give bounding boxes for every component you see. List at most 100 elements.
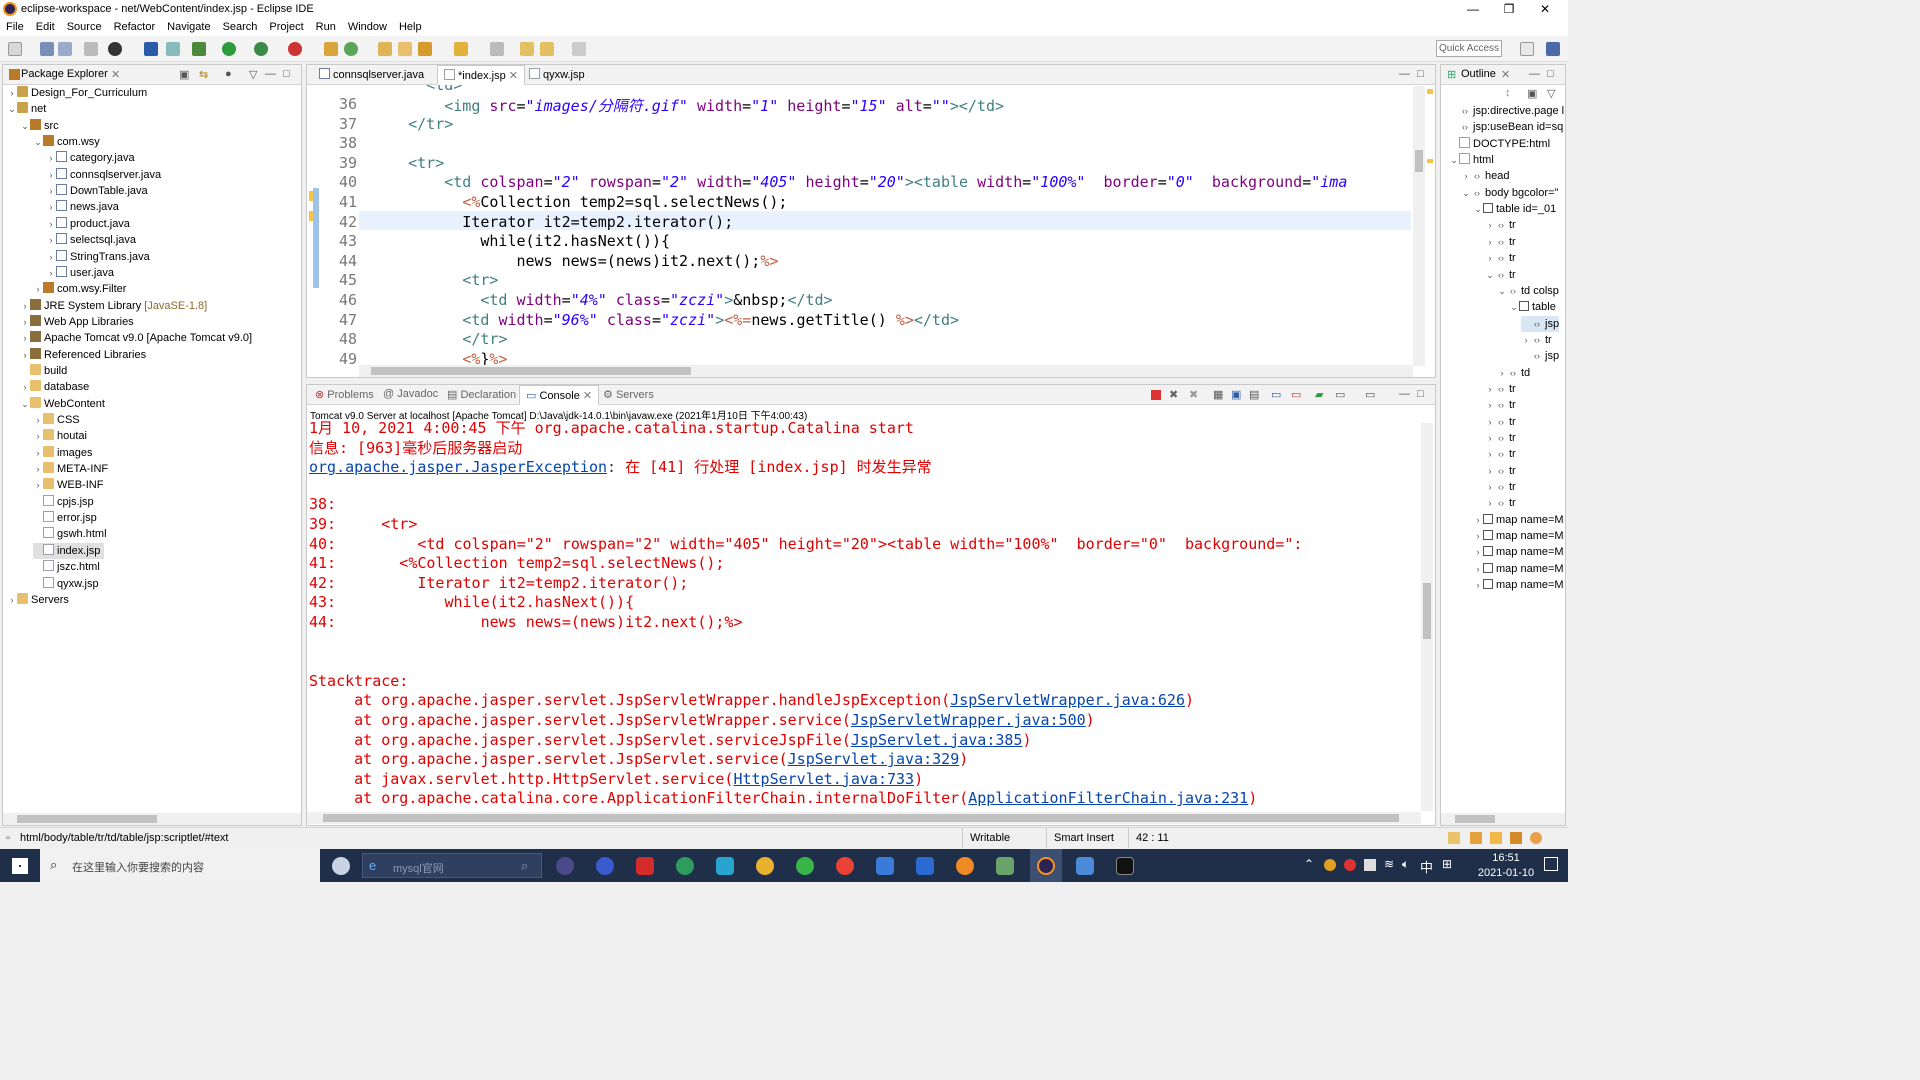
external-tools-icon[interactable] [288,42,302,56]
chevron-icon[interactable]: › [1485,250,1495,266]
tray-icon[interactable] [1490,832,1502,844]
forward-arrow-icon[interactable] [572,42,586,56]
outline-item[interactable]: › ‹› tr [1485,381,1516,397]
new-package-icon[interactable] [324,42,338,56]
close-icon[interactable]: ✕ [583,390,592,402]
tree-item[interactable]: qyxw.jsp [33,576,99,592]
menu-search[interactable]: Search [223,21,258,33]
tray-icon[interactable] [1344,859,1356,871]
tree-item[interactable]: ⌄ WebContent [20,396,105,412]
console-line[interactable]: 38: [309,495,336,513]
tray-icon[interactable] [1530,832,1542,844]
outline-item[interactable]: › ‹› tr [1485,217,1516,233]
outline-item[interactable]: ‹› jsp [1521,348,1559,364]
chevron-icon[interactable]: ⌄ [1485,267,1495,283]
chevron-icon[interactable]: ⌄ [1509,299,1519,315]
outline-item[interactable]: ⌄ html [1449,152,1494,168]
console-hscroll[interactable] [307,812,1421,824]
chevron-icon[interactable]: › [46,216,56,232]
console-line[interactable]: at org.apache.jasper.servlet.JspServletW… [309,691,1194,709]
tab-servers[interactable]: ⚙ Servers [597,385,660,405]
skip-breakpoints-icon[interactable] [166,42,180,56]
tree-item[interactable]: › WEB-INF [33,477,103,493]
code-line[interactable]: <td colspan="2" rowspan="2" width="405" … [372,173,1347,191]
outline-item[interactable]: › map name=M [1473,512,1564,528]
tree-item[interactable]: › connsqlserver.java [46,167,161,183]
chevron-icon[interactable]: › [1473,512,1483,528]
outline-item[interactable]: › ‹› tr [1485,479,1516,495]
app-icon[interactable] [676,857,694,875]
quick-access-input[interactable]: Quick Access [1436,40,1502,57]
tree-item[interactable]: index.jsp [33,542,105,559]
collapse-all-icon[interactable]: ▣ [1527,87,1537,100]
tree-item[interactable]: › selectsql.java [46,232,136,248]
eclipse-task-active[interactable] [1030,849,1062,882]
code-line[interactable]: <img src="images/分隔符.gif" width="1" heig… [372,95,1004,116]
chevron-icon[interactable]: › [46,249,56,265]
remove-all-icon[interactable]: ✖ [1189,388,1198,401]
outline-item[interactable]: › ‹› head [1461,168,1510,184]
package-explorer-hscroll[interactable] [3,813,301,825]
outline-item[interactable]: ⌄ table id=_01 [1473,201,1556,217]
menu-project[interactable]: Project [269,21,303,33]
code-line[interactable]: Iterator it2=temp2.iterator(); [372,213,733,231]
console-line[interactable]: org.apache.jasper.JasperException: 在 [41… [309,456,932,477]
chevron-icon[interactable]: › [1485,217,1495,233]
chevron-icon[interactable]: › [1485,479,1495,495]
app-icon[interactable] [716,857,734,875]
tree-item[interactable]: › Apache Tomcat v9.0 [Apache Tomcat v9.0] [20,330,252,346]
new-class-icon[interactable] [344,42,358,56]
show-stderr-icon[interactable]: ▭ [1291,388,1301,401]
tree-item[interactable]: cpjs.jsp [33,494,94,510]
console-line[interactable]: 40: <td colspan="2" rowspan="2" width="4… [309,535,1302,553]
save-all-icon[interactable] [58,42,72,56]
task-view-icon[interactable] [332,857,350,875]
tab-index-jsp[interactable]: *index.jsp ✕ [437,65,525,85]
code-line[interactable]: news news=(news)it2.next();%> [372,252,778,270]
code-line[interactable]: <tr> [372,154,444,172]
app-icon[interactable] [956,857,974,875]
code-line[interactable]: while(it2.hasNext()){ [372,232,670,250]
app-icon[interactable] [836,857,854,875]
tab-problems[interactable]: ⊗ Problems [309,385,380,405]
tree-item[interactable]: › database [20,379,89,395]
tree-item[interactable]: › com.wsy.Filter [33,281,126,297]
chevron-icon[interactable]: › [33,428,43,444]
clock-time[interactable]: 16:51 [1476,852,1536,864]
sort-icon[interactable]: ↕ [1505,87,1511,99]
back-arrow-icon[interactable] [540,42,554,56]
outline-item[interactable]: › map name=M [1473,544,1564,560]
tree-item[interactable]: error.jsp [33,510,97,526]
chevron-icon[interactable]: › [1473,577,1483,593]
chevron-icon[interactable]: › [1485,446,1495,462]
chevron-icon[interactable]: › [33,281,43,297]
new-icon[interactable] [8,42,22,56]
taskbar-search-box[interactable]: ⌕ 在这里输入你要搜索的内容 [40,849,320,882]
outline-item[interactable]: ⌄ ‹› tr [1485,267,1516,283]
chevron-icon[interactable]: › [20,298,30,314]
save-icon[interactable] [40,42,54,56]
outline-item[interactable]: › ‹› td [1497,365,1531,381]
console-line[interactable]: 信息: [963]毫秒后服务器启动 [309,437,522,458]
chevron-icon[interactable]: › [33,412,43,428]
console-line[interactable]: at org.apache.catalina.core.ApplicationF… [309,789,1257,807]
chevron-icon[interactable]: ⌄ [7,101,17,117]
outline-item[interactable]: › ‹› tr [1521,332,1552,348]
app-icon[interactable] [596,857,614,875]
outline-item[interactable]: › ‹› tr [1485,234,1516,250]
console-line[interactable]: Stacktrace: [309,672,408,690]
chevron-icon[interactable]: › [7,85,17,101]
console-line[interactable]: at javax.servlet.http.HttpServlet.servic… [309,770,923,788]
menu-run[interactable]: Run [316,21,336,33]
status-insert-mode[interactable]: Smart Insert [1054,832,1114,844]
app-icon[interactable] [796,857,814,875]
view-menu-icon[interactable]: ▽ [1547,87,1555,100]
clear-console-icon[interactable]: ▦ [1213,388,1223,401]
print-icon[interactable] [84,42,98,56]
console-line[interactable]: 1月 10, 2021 4:00:45 下午 org.apache.catali… [309,419,914,438]
app-icon[interactable] [876,857,894,875]
open-folder-icon[interactable] [398,42,412,56]
ime-mode-icon[interactable]: ⊞ [1442,857,1452,871]
code-area[interactable]: <td> 36 <img src="images/分隔符.gif" width="… [315,85,1413,365]
menu-help[interactable]: Help [399,21,422,33]
